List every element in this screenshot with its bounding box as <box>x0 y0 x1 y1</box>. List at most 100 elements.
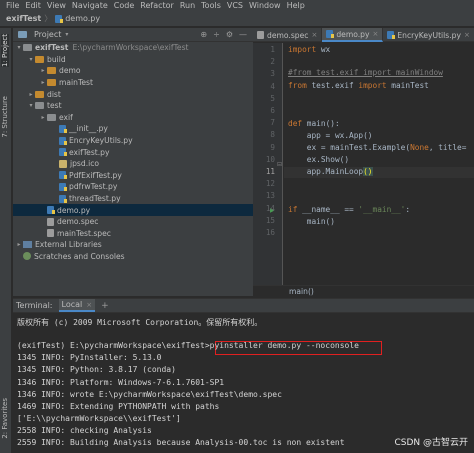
py-icon <box>59 136 67 145</box>
tree-item[interactable]: EncryKeyUtils.py <box>13 135 253 147</box>
folder-excl-icon <box>47 67 56 75</box>
favorites-tool-button[interactable]: 2: Favorites <box>1 398 9 439</box>
terminal-line: 1469 INFO: Extending PYTHONPATH with pat… <box>17 401 220 411</box>
tree-item[interactable]: demo.py <box>13 204 253 216</box>
python-file-icon <box>55 14 64 23</box>
project-panel-title[interactable]: Project <box>34 30 61 39</box>
structure-tool-button[interactable]: 7: Structure <box>1 96 9 138</box>
chevron-right-icon[interactable]: ▸ <box>39 67 47 74</box>
menu-file[interactable]: File <box>0 1 22 10</box>
menu-window[interactable]: Window <box>246 1 284 10</box>
add-terminal-icon[interactable]: + <box>101 301 109 311</box>
tree-item[interactable]: PdfExifTest.py <box>13 170 253 182</box>
line-number: 9 <box>270 142 275 152</box>
tree-item[interactable]: pdfrwTest.py <box>13 181 253 193</box>
line-number: 11 <box>265 167 275 176</box>
python-file-icon <box>387 31 396 39</box>
menu-run[interactable]: Run <box>177 1 198 10</box>
tree-item[interactable]: Scratches and Consoles <box>13 251 253 263</box>
hide-panel-icon[interactable]: — <box>239 30 247 39</box>
tree-item-label: exif <box>59 112 73 122</box>
tree-item[interactable]: ▾ exifTest E:\pycharmWorkspace\exifTest <box>13 42 253 54</box>
tree-item[interactable]: jpsd.ico <box>13 158 253 170</box>
project-panel-header: Project ▾ ⊕ ÷ ⚙ — <box>13 28 253 42</box>
menu-navigate[interactable]: Navigate <box>69 1 111 10</box>
folder-icon <box>47 113 56 121</box>
collapse-icon[interactable]: ÷ <box>213 30 220 39</box>
settings-gear-icon[interactable]: ⚙ <box>226 30 233 39</box>
tree-item[interactable]: ▸ exif <box>13 112 253 124</box>
tree-item-label: demo.py <box>57 205 91 215</box>
line-number: 2 <box>270 57 275 67</box>
close-icon[interactable]: × <box>311 31 317 39</box>
folder-icon <box>35 102 44 110</box>
tree-item[interactable]: ▸ demo <box>13 65 253 77</box>
chevron-down-icon[interactable]: ▾ <box>27 102 35 109</box>
menu-code[interactable]: Code <box>111 1 137 10</box>
tree-item-label: pdfrwTest.py <box>69 182 118 192</box>
spec-file-icon <box>257 31 264 39</box>
menu-bar: File Edit View Navigate Code Refactor Ru… <box>0 0 474 11</box>
chevron-right-icon[interactable]: ▸ <box>39 114 47 121</box>
line-number: 16 <box>265 228 275 237</box>
line-number: 5 <box>270 93 275 103</box>
code-line-11: app.MainLoop() <box>284 167 474 178</box>
tree-item-label: demo.spec <box>57 217 99 227</box>
code-line-10: ex.Show() <box>288 155 350 164</box>
chevron-down-icon[interactable]: ▾ <box>15 44 23 51</box>
terminal-label: Terminal: <box>16 301 53 310</box>
close-icon[interactable]: × <box>464 31 470 39</box>
editor-tab-label: demo.py <box>336 29 370 39</box>
code-editor[interactable]: import wx #from test.exif import mainWin… <box>284 43 474 296</box>
py-icon <box>59 148 67 157</box>
tree-item-label: EncryKeyUtils.py <box>69 136 133 146</box>
py-icon <box>59 194 67 203</box>
close-icon[interactable]: × <box>372 30 378 38</box>
ico-file-icon <box>59 159 67 168</box>
breadcrumb-function[interactable]: main() <box>289 287 314 296</box>
chevron-down-icon[interactable]: ▾ <box>27 56 35 63</box>
terminal-tab-local[interactable]: Local × <box>58 299 96 312</box>
terminal-line: 1346 INFO: wrote E:\pycharmWorkspace\exi… <box>17 389 282 399</box>
editor-tab-label: EncryKeyUtils.py <box>397 30 461 40</box>
tree-item[interactable]: threadTest.py <box>13 193 253 205</box>
navigation-bar: exifTest 〉 demo.py <box>0 11 474 27</box>
menu-tools[interactable]: Tools <box>198 1 224 10</box>
tree-item[interactable]: exifTest.py <box>13 146 253 158</box>
tree-item-label: Scratches and Consoles <box>34 251 125 261</box>
terminal-output[interactable]: 版权所有 (c) 2009 Microsoft Corporation。保留所有… <box>13 313 474 453</box>
tree-item[interactable]: ▸ mainTest <box>13 77 253 89</box>
menu-refactor[interactable]: Refactor <box>137 1 177 10</box>
tree-item[interactable]: demo.spec <box>13 216 253 228</box>
close-icon[interactable]: × <box>86 301 92 309</box>
tree-item[interactable]: ▸ dist <box>13 88 253 100</box>
chevron-right-icon[interactable]: ▸ <box>15 241 23 248</box>
tree-item[interactable]: ▾ build <box>13 54 253 66</box>
chevron-right-icon[interactable]: ▸ <box>27 91 35 98</box>
dropdown-arrow-icon[interactable]: ▾ <box>65 31 68 38</box>
nav-separator-icon: 〉 <box>44 14 53 23</box>
tree-item[interactable]: __init__.py <box>13 123 253 135</box>
menu-vcs[interactable]: VCS <box>224 1 246 10</box>
py-icon <box>59 124 67 133</box>
line-number: 3 <box>270 69 275 79</box>
editor-tab[interactable]: EncryKeyUtils.py × <box>383 28 474 42</box>
menu-view[interactable]: View <box>44 1 69 10</box>
terminal-line: 1346 INFO: Platform: Windows-7-6.1.7601-… <box>17 377 225 387</box>
editor-tab[interactable]: demo.py × <box>322 28 384 42</box>
py-icon <box>59 182 67 191</box>
project-tool-button[interactable]: 1: Project <box>1 34 9 67</box>
tree-item[interactable]: ▸ External Libraries <box>13 239 253 251</box>
chevron-right-icon[interactable]: ▸ <box>39 79 47 86</box>
menu-help[interactable]: Help <box>284 1 308 10</box>
nav-crumb-project[interactable]: exifTest <box>6 14 41 23</box>
nav-crumb-file[interactable]: demo.py <box>65 14 100 23</box>
tree-item[interactable]: ▾ test <box>13 100 253 112</box>
tree-item-label: demo <box>59 66 81 76</box>
menu-edit[interactable]: Edit <box>22 1 44 10</box>
editor-tab[interactable]: demo.spec × <box>253 28 323 42</box>
locate-icon[interactable]: ⊕ <box>200 30 207 39</box>
tree-item[interactable]: mainTest.spec <box>13 228 253 240</box>
fold-icon[interactable]: ⊟ <box>277 161 282 168</box>
code-line-8: app = wx.App() <box>288 131 373 140</box>
